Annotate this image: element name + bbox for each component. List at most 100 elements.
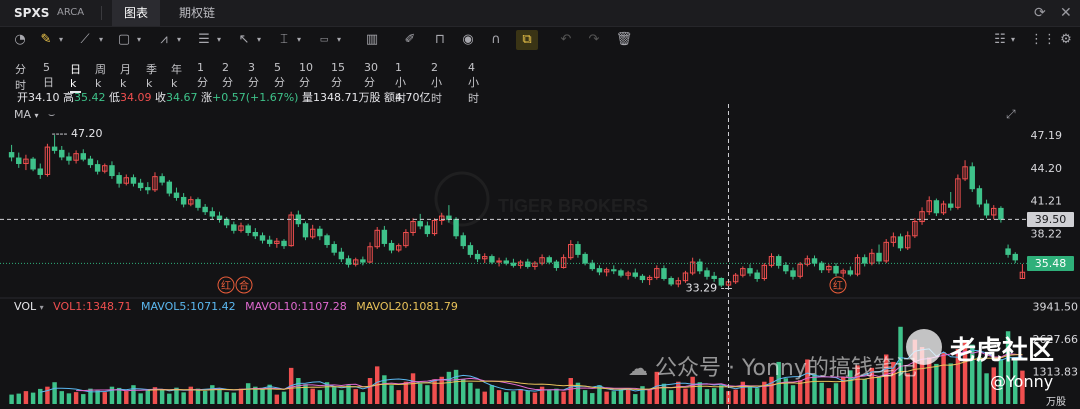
vol-label[interactable]: VOL — [14, 300, 36, 313]
wechat-icon: ☁ — [628, 356, 648, 380]
watermark-brand: TIGER BROKERS — [498, 196, 648, 216]
candle-body — [166, 181, 173, 194]
candle-body — [281, 240, 287, 247]
candle-body — [969, 166, 975, 190]
price-axis-label: 41.21 — [1031, 195, 1063, 208]
volume-bar — [647, 389, 652, 404]
volume-unit: 万股 — [1046, 397, 1066, 408]
candle-body — [252, 231, 259, 237]
author-handle: @Yonny — [990, 372, 1054, 391]
volume-bar — [367, 378, 373, 404]
candle-body — [16, 157, 22, 165]
volume-bar — [819, 382, 824, 404]
volume-bar — [274, 394, 280, 404]
volume-bar — [66, 393, 72, 404]
volume-bar — [245, 383, 251, 404]
volume-bar — [439, 376, 444, 404]
volume-bar — [676, 381, 681, 404]
candle-body — [80, 153, 86, 160]
volume-bar — [826, 388, 832, 404]
volume-bar — [217, 389, 222, 404]
volume-bar — [554, 388, 559, 404]
volume-bar — [697, 382, 703, 404]
candle-body — [474, 253, 481, 260]
volume-bar — [668, 390, 674, 404]
wechat-watermark: ☁ 公众号 · Yonny的搞钱笔记 — [628, 350, 917, 382]
candle-body — [948, 203, 954, 208]
volume-bar — [339, 390, 344, 404]
volume-bar — [504, 392, 509, 404]
candle-body — [1012, 253, 1018, 261]
mavol10-value: MAVOL10:1107.28 — [245, 300, 347, 313]
candle-body — [611, 269, 617, 272]
volume-bar — [511, 391, 516, 404]
volume-bar — [181, 392, 186, 404]
volume-bar — [9, 394, 14, 404]
candle-body — [37, 168, 43, 175]
candle-body — [324, 235, 330, 246]
last-price-tag: 35.48 — [1027, 256, 1074, 272]
chevron-down-icon[interactable]: ▾ — [40, 303, 44, 312]
candle-body — [503, 260, 509, 264]
volume-bar — [618, 389, 624, 404]
candle-body — [331, 244, 337, 253]
candle-body — [360, 259, 366, 263]
candle-body — [87, 158, 94, 166]
candle-body — [897, 236, 904, 249]
volume-bar — [833, 383, 839, 404]
candle-body — [317, 228, 323, 237]
candle-body — [983, 203, 990, 216]
candle-body — [546, 257, 552, 263]
candle-body — [173, 192, 180, 198]
candle-body — [195, 199, 201, 208]
volume-legend: VOL ▾ VOL1:1348.71 MAVOL5:1071.42 MAVOL1… — [14, 300, 458, 313]
price-axis-label: 47.19 — [1031, 129, 1063, 142]
candle-body — [145, 187, 151, 191]
volume-bar — [453, 369, 459, 404]
volume-bar — [296, 378, 301, 404]
candle-body — [876, 252, 882, 262]
volume-bar — [281, 391, 287, 404]
volume-bar — [948, 363, 953, 404]
mavol5-value: MAVOL5:1071.42 — [140, 300, 236, 313]
candle-body — [618, 270, 624, 276]
volume-bar — [109, 386, 115, 404]
volume-bar — [568, 378, 573, 404]
candle-body — [66, 156, 72, 161]
candle-body — [525, 261, 531, 267]
candle-body — [116, 175, 122, 184]
volume-bar — [489, 385, 495, 404]
volume-bar — [561, 391, 566, 404]
candle-body — [847, 270, 854, 275]
volume-bar — [611, 391, 617, 404]
candle-body — [589, 262, 595, 270]
wechat-watermark-text: 公众号 · Yonny的搞钱笔记 — [655, 356, 917, 381]
vol1-value: VOL1:1348.71 — [53, 300, 132, 313]
volume-bar — [260, 389, 265, 404]
volume-bar — [733, 389, 738, 404]
volume-bar — [360, 392, 366, 404]
price-axis-label: 38.22 — [1031, 227, 1063, 240]
volume-bar — [353, 389, 358, 404]
community-logo-text: 老虎社区 — [950, 336, 1055, 366]
candle-body — [661, 268, 667, 279]
volume-bar — [747, 386, 753, 404]
candle-body — [8, 152, 15, 158]
candle-body — [59, 149, 65, 158]
volume-bar — [81, 394, 86, 404]
volume-bar — [145, 390, 151, 404]
volume-bar — [224, 392, 229, 404]
volume-bar — [202, 390, 208, 404]
volume-bar — [38, 388, 43, 404]
candle-body — [489, 256, 495, 263]
volume-bar — [95, 390, 100, 404]
crosshair-price-tag: 39.50 — [1027, 212, 1074, 228]
volume-bar — [131, 385, 136, 404]
volume-bar — [310, 388, 315, 404]
volume-bar — [604, 391, 609, 404]
candle-body — [933, 200, 940, 214]
price-axis-label: 44.20 — [1031, 162, 1063, 175]
candle-body — [1005, 248, 1011, 255]
candle-body — [245, 225, 251, 233]
volume-bar — [45, 386, 50, 404]
